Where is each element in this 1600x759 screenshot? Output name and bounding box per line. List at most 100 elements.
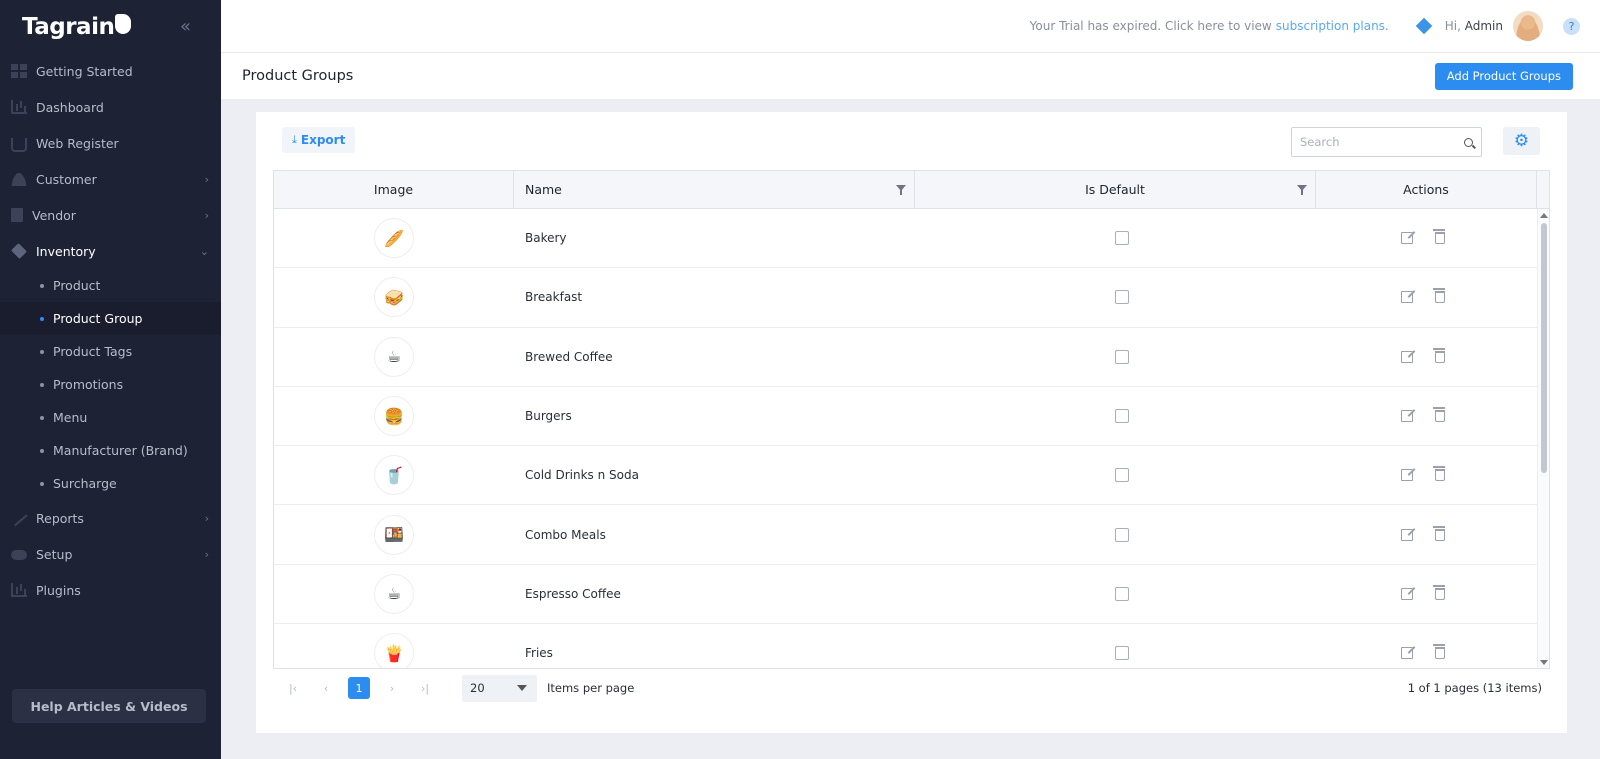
product-groups-grid: Image Name Is Default Actions 🥖 Bakery 🥪 Br… — [273, 170, 1550, 669]
is-default-checkbox[interactable] — [1114, 586, 1129, 601]
bullet-icon — [40, 316, 44, 321]
is-default-checkbox[interactable] — [1114, 527, 1129, 542]
cell-image: 🥖 — [274, 209, 514, 267]
is-default-checkbox[interactable] — [1114, 468, 1129, 483]
cell-actions — [1316, 387, 1537, 445]
trash-icon[interactable] — [1432, 644, 1445, 660]
is-default-checkbox[interactable] — [1114, 349, 1129, 364]
sidebar-item-setup[interactable]: Setup › — [0, 536, 221, 572]
is-default-checkbox[interactable] — [1114, 646, 1129, 661]
sidebar-item-web-register[interactable]: Web Register — [0, 125, 221, 161]
next-page-icon[interactable]: › — [381, 677, 403, 699]
column-header-is-default[interactable]: Is Default — [915, 171, 1316, 208]
edit-icon[interactable] — [1400, 647, 1413, 660]
table-row[interactable]: ☕ Espresso Coffee — [274, 565, 1549, 625]
collapse-sidebar-icon[interactable]: « — [180, 16, 191, 37]
page-size-value: 20 — [470, 681, 485, 695]
trash-icon[interactable] — [1432, 407, 1445, 423]
trash-icon[interactable] — [1432, 584, 1445, 600]
add-product-groups-button[interactable]: Add Product Groups — [1434, 62, 1573, 90]
logo[interactable]: Tagrain — [22, 13, 132, 40]
filter-icon[interactable] — [1297, 185, 1307, 195]
table-row[interactable]: ☕ Brewed Coffee — [274, 328, 1549, 387]
sidebar-subitem-label: Manufacturer (Brand) — [53, 443, 188, 458]
logo-badge-icon — [115, 13, 132, 34]
sidebar-item-reports[interactable]: Reports › — [0, 500, 221, 536]
edit-icon[interactable] — [1400, 410, 1413, 423]
cell-actions — [1316, 505, 1537, 563]
edit-icon[interactable] — [1400, 232, 1413, 245]
avatar[interactable] — [1513, 11, 1543, 41]
edit-icon[interactable] — [1400, 350, 1413, 363]
product-groups-card: ⤓ Export ⚙ Image Name Is Default Actions… — [256, 112, 1567, 733]
sidebar-subitem-label: Product Tags — [53, 344, 133, 359]
sidebar-nav-bottom: Reports › Setup › Plugins — [0, 500, 221, 608]
sidebar-subitem-product-tags[interactable]: Product Tags — [0, 335, 221, 368]
is-default-checkbox[interactable] — [1114, 409, 1129, 424]
edit-icon[interactable] — [1400, 587, 1413, 600]
cell-name: Fries — [514, 624, 915, 668]
sidebar-subitem-promotions[interactable]: Promotions — [0, 368, 221, 401]
is-default-checkbox[interactable] — [1114, 290, 1129, 305]
table-row[interactable]: 🥖 Bakery — [274, 209, 1549, 269]
prev-page-icon[interactable]: ‹ — [315, 677, 337, 699]
sidebar-item-plugins[interactable]: Plugins — [0, 572, 221, 608]
greeting-text: Hi, — [1444, 19, 1461, 33]
table-row[interactable]: 🥤 Cold Drinks n Soda — [274, 446, 1549, 506]
grid-icon — [11, 64, 27, 78]
table-row[interactable]: 🍟 Fries — [274, 624, 1549, 668]
column-header-image[interactable]: Image — [274, 171, 514, 208]
scroll-up-icon[interactable] — [1540, 213, 1548, 218]
page-size-select[interactable]: 20 — [462, 674, 537, 702]
sidebar-subitem-surcharge[interactable]: Surcharge — [0, 467, 221, 500]
trash-icon[interactable] — [1432, 466, 1445, 482]
help-articles-button[interactable]: Help Articles & Videos — [12, 689, 206, 723]
trash-icon[interactable] — [1432, 288, 1445, 304]
sidebar-item-dashboard[interactable]: Dashboard — [0, 89, 221, 125]
column-header-label: Image — [373, 182, 414, 197]
trash-icon[interactable] — [1432, 229, 1445, 245]
cell-name: Burgers — [514, 387, 915, 445]
last-page-icon[interactable]: ›| — [414, 677, 436, 699]
column-settings-button[interactable]: ⚙ — [1503, 127, 1540, 155]
is-default-checkbox[interactable] — [1114, 231, 1129, 246]
cell-is-default — [915, 624, 1316, 668]
user-name[interactable]: Admin — [1465, 19, 1503, 33]
sidebar-item-getting-started[interactable]: Getting Started — [0, 53, 221, 89]
trash-icon[interactable] — [1432, 525, 1445, 541]
apps-diamond-icon[interactable] — [1415, 17, 1432, 35]
sidebar-subitem-manufacturer[interactable]: Manufacturer (Brand) — [0, 434, 221, 467]
table-row[interactable]: 🥪 Breakfast — [274, 268, 1549, 328]
grid-scrollbar[interactable] — [1537, 209, 1549, 668]
search-icon[interactable] — [1464, 137, 1473, 147]
sidebar-item-customer[interactable]: Customer › — [0, 161, 221, 197]
edit-icon[interactable] — [1400, 291, 1413, 304]
sidebar-subitem-product[interactable]: Product — [0, 269, 221, 302]
sidebar-item-inventory[interactable]: Inventory ⌄ — [0, 233, 221, 269]
first-page-icon[interactable]: |‹ — [282, 677, 304, 699]
search-input[interactable] — [1300, 135, 1464, 149]
export-button[interactable]: ⤓ Export — [282, 127, 356, 153]
header-gutter — [1537, 171, 1549, 208]
sidebar-subitem-menu[interactable]: Menu — [0, 401, 221, 434]
column-header-name[interactable]: Name — [514, 171, 915, 208]
scroll-thumb[interactable] — [1541, 223, 1547, 473]
cell-image: 🍱 — [274, 505, 514, 563]
column-header-actions: Actions — [1316, 171, 1537, 208]
scroll-down-icon[interactable] — [1540, 660, 1548, 665]
edit-icon[interactable] — [1400, 469, 1413, 482]
cell-actions — [1316, 624, 1537, 668]
pager: |‹ ‹ 1 › ›| 20 Items per page 1 of 1 pag… — [282, 674, 1542, 702]
edit-icon[interactable] — [1400, 528, 1413, 541]
sidebar-item-label: Web Register — [36, 135, 119, 151]
table-row[interactable]: 🍔 Burgers — [274, 387, 1549, 447]
filter-icon[interactable] — [896, 185, 906, 195]
subscription-plans-link[interactable]: subscription plans. — [1276, 19, 1389, 33]
sidebar-subitem-product-group[interactable]: Product Group — [0, 302, 221, 335]
help-icon[interactable]: ? — [1563, 17, 1580, 35]
sidebar-item-vendor[interactable]: Vendor › — [0, 197, 221, 233]
trash-icon[interactable] — [1432, 347, 1445, 363]
cell-name: Combo Meals — [514, 505, 915, 563]
page-number-button[interactable]: 1 — [348, 677, 370, 699]
table-row[interactable]: 🍱 Combo Meals — [274, 505, 1549, 565]
